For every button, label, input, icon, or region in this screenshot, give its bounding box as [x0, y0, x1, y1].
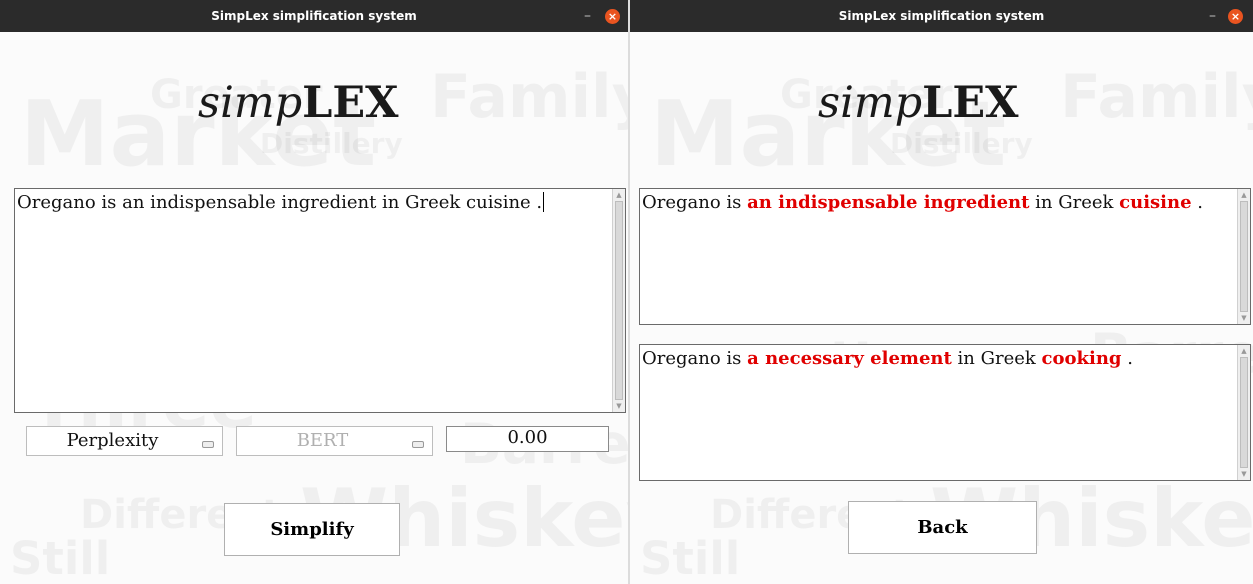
window-title: SimpLex simplification system [838, 9, 1045, 23]
back-button[interactable]: Back [848, 501, 1037, 554]
dropdown-arrow-icon [202, 441, 214, 448]
scroll-up-icon[interactable]: ▲ [1240, 347, 1248, 355]
metric-dropdown[interactable]: Perplexity [26, 426, 223, 456]
simplified-text-box[interactable]: Oregano is a necessary element in Greek … [639, 344, 1251, 481]
scrollbar-thumb[interactable] [1240, 201, 1248, 312]
simplification-window: SimpLex simplification system – × Market… [0, 0, 628, 584]
original-sentence: Oregano is an indispensable ingredient i… [642, 192, 1204, 213]
window-titlebar[interactable]: SimpLex simplification system [0, 0, 628, 32]
model-dropdown[interactable]: BERT [236, 426, 433, 456]
simplify-button[interactable]: Simplify [224, 503, 400, 556]
results-window: SimpLex simplification system – × Market… [630, 0, 1253, 584]
simplified-sentence: Oregano is a necessary element in Greek … [642, 348, 1133, 369]
simplified-phrase: a necessary element [747, 348, 952, 369]
scroll-up-icon[interactable]: ▲ [615, 191, 623, 199]
scroll-down-icon[interactable]: ▼ [1240, 470, 1248, 478]
simplex-logo: simpLEX [818, 78, 1019, 128]
simplex-logo: simpLEX [198, 78, 399, 128]
dropdown-arrow-icon [412, 441, 424, 448]
score-value: 0.00 [507, 427, 548, 448]
window-titlebar[interactable]: SimpLex simplification system [630, 0, 1253, 32]
score-field[interactable]: 0.00 [446, 426, 609, 452]
text-cursor [543, 192, 545, 212]
original-text-box[interactable]: Oregano is an indispensable ingredient i… [639, 188, 1251, 325]
vertical-scrollbar[interactable]: ▲ ▼ [1237, 189, 1250, 324]
complex-phrase: an indispensable ingredient [747, 192, 1030, 213]
model-dropdown-value: BERT [296, 430, 349, 451]
vertical-scrollbar[interactable]: ▲ ▼ [1237, 345, 1250, 480]
scroll-down-icon[interactable]: ▼ [1240, 314, 1248, 322]
scrollbar-thumb[interactable] [615, 201, 623, 400]
scroll-up-icon[interactable]: ▲ [1240, 191, 1248, 199]
minimize-icon[interactable]: – [1209, 0, 1216, 32]
input-text: Oregano is an indispensable ingredient i… [17, 192, 543, 213]
minimize-icon[interactable]: – [584, 0, 591, 32]
vertical-scrollbar[interactable]: ▲ ▼ [612, 189, 625, 412]
simplified-word: cooking [1041, 348, 1122, 369]
scrollbar-thumb[interactable] [1240, 357, 1248, 468]
close-icon[interactable]: × [605, 9, 620, 24]
close-icon[interactable]: × [1228, 9, 1243, 24]
scroll-down-icon[interactable]: ▼ [615, 402, 623, 410]
metric-dropdown-value: Perplexity [66, 430, 159, 451]
complex-word: cuisine [1119, 192, 1192, 213]
input-textarea[interactable]: Oregano is an indispensable ingredient i… [14, 188, 626, 413]
window-title: SimpLex simplification system [211, 9, 417, 23]
